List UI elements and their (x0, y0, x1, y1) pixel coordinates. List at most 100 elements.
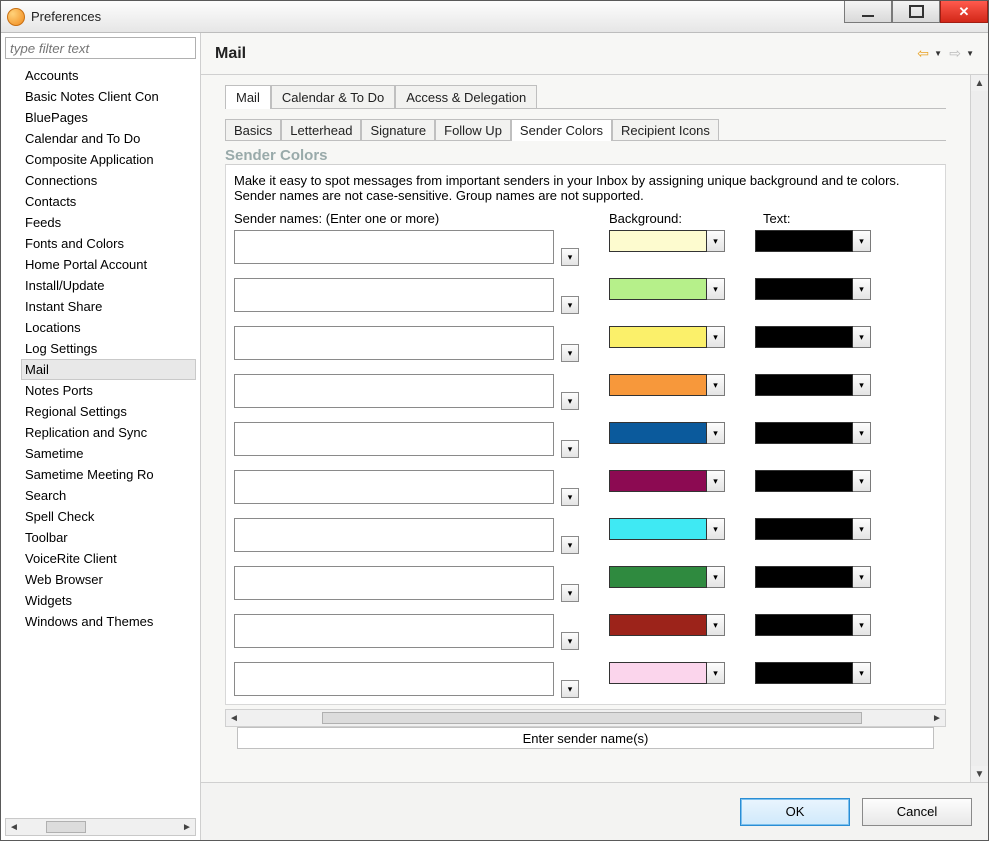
chevron-down-icon[interactable]: ▾ (707, 566, 725, 588)
chevron-down-icon[interactable]: ▾ (707, 278, 725, 300)
nav-forward-icon[interactable]: ⇨ (946, 45, 964, 63)
sender-dropdown-icon[interactable]: ▾ (561, 248, 579, 266)
sender-dropdown-icon[interactable]: ▾ (561, 296, 579, 314)
scroll-up-icon[interactable]: ▲ (971, 75, 988, 91)
sidebar-item-widgets[interactable]: Widgets (21, 590, 196, 611)
sidebar-item-feeds[interactable]: Feeds (21, 212, 196, 233)
chevron-down-icon[interactable]: ▾ (853, 518, 871, 540)
background-color-picker[interactable]: ▾ (609, 374, 725, 396)
background-color-picker[interactable]: ▾ (609, 230, 725, 252)
sidebar-item-instant-share[interactable]: Instant Share (21, 296, 196, 317)
chevron-down-icon[interactable]: ▾ (707, 614, 725, 636)
sidebar-item-accounts[interactable]: Accounts (21, 65, 196, 86)
scroll-left-icon[interactable]: ◄ (6, 822, 22, 833)
background-color-picker[interactable]: ▾ (609, 614, 725, 636)
sender-input[interactable] (234, 230, 554, 264)
text-color-picker[interactable]: ▾ (755, 518, 871, 540)
sidebar-hscrollbar[interactable]: ◄ ► (5, 818, 196, 836)
chevron-down-icon[interactable]: ▾ (853, 470, 871, 492)
filter-input[interactable] (5, 37, 196, 59)
sender-input[interactable] (234, 518, 554, 552)
subtab-recipient-icons[interactable]: Recipient Icons (612, 119, 719, 141)
text-color-picker[interactable]: ▾ (755, 230, 871, 252)
sender-input[interactable] (234, 374, 554, 408)
subtab-sender-colors[interactable]: Sender Colors (511, 119, 612, 141)
cancel-button[interactable]: Cancel (862, 798, 972, 826)
maximize-button[interactable] (892, 1, 940, 23)
sender-input[interactable] (234, 278, 554, 312)
chevron-down-icon[interactable]: ▾ (707, 230, 725, 252)
chevron-down-icon[interactable]: ▾ (853, 326, 871, 348)
sender-input[interactable] (234, 614, 554, 648)
text-color-picker[interactable]: ▾ (755, 566, 871, 588)
ok-button[interactable]: OK (740, 798, 850, 826)
background-color-picker[interactable]: ▾ (609, 662, 725, 684)
scroll-left-icon[interactable]: ◄ (226, 713, 242, 724)
scroll-thumb[interactable] (46, 821, 86, 833)
sender-dropdown-icon[interactable]: ▾ (561, 632, 579, 650)
content-vscrollbar[interactable]: ▲ ▼ (970, 75, 988, 782)
chevron-down-icon[interactable]: ▾ (707, 662, 725, 684)
sidebar-item-basic-notes-client-con[interactable]: Basic Notes Client Con (21, 86, 196, 107)
background-color-picker[interactable]: ▾ (609, 422, 725, 444)
text-color-picker[interactable]: ▾ (755, 374, 871, 396)
chevron-down-icon[interactable]: ▾ (707, 326, 725, 348)
chevron-down-icon[interactable]: ▾ (853, 662, 871, 684)
sender-dropdown-icon[interactable]: ▾ (561, 344, 579, 362)
sidebar-item-connections[interactable]: Connections (21, 170, 196, 191)
sender-dropdown-icon[interactable]: ▾ (561, 440, 579, 458)
sidebar-item-voicerite-client[interactable]: VoiceRite Client (21, 548, 196, 569)
sidebar-item-fonts-and-colors[interactable]: Fonts and Colors (21, 233, 196, 254)
scroll-track[interactable] (971, 91, 988, 766)
chevron-down-icon[interactable]: ▾ (707, 374, 725, 396)
scroll-right-icon[interactable]: ► (929, 713, 945, 724)
sidebar-item-replication-and-sync[interactable]: Replication and Sync (21, 422, 196, 443)
sidebar-item-composite-application[interactable]: Composite Application (21, 149, 196, 170)
chevron-down-icon[interactable]: ▾ (853, 614, 871, 636)
sidebar-item-search[interactable]: Search (21, 485, 196, 506)
background-color-picker[interactable]: ▾ (609, 518, 725, 540)
background-color-picker[interactable]: ▾ (609, 566, 725, 588)
subtab-follow-up[interactable]: Follow Up (435, 119, 511, 141)
text-color-picker[interactable]: ▾ (755, 614, 871, 636)
chevron-down-icon[interactable]: ▾ (853, 374, 871, 396)
background-color-picker[interactable]: ▾ (609, 470, 725, 492)
sidebar-item-windows-and-themes[interactable]: Windows and Themes (21, 611, 196, 632)
nav-forward-menu-icon[interactable]: ▼ (966, 49, 974, 58)
sidebar-item-spell-check[interactable]: Spell Check (21, 506, 196, 527)
content-hscrollbar[interactable]: ◄ ► (225, 709, 946, 727)
sidebar-item-bluepages[interactable]: BluePages (21, 107, 196, 128)
sidebar-item-contacts[interactable]: Contacts (21, 191, 196, 212)
nav-back-menu-icon[interactable]: ▼ (934, 49, 942, 58)
sidebar-item-web-browser[interactable]: Web Browser (21, 569, 196, 590)
chevron-down-icon[interactable]: ▾ (853, 278, 871, 300)
subtab-letterhead[interactable]: Letterhead (281, 119, 361, 141)
sidebar-item-calendar-and-to-do[interactable]: Calendar and To Do (21, 128, 196, 149)
sidebar-item-install-update[interactable]: Install/Update (21, 275, 196, 296)
sidebar-item-notes-ports[interactable]: Notes Ports (21, 380, 196, 401)
minimize-button[interactable] (844, 1, 892, 23)
sender-input[interactable] (234, 566, 554, 600)
text-color-picker[interactable]: ▾ (755, 422, 871, 444)
sidebar-item-sametime[interactable]: Sametime (21, 443, 196, 464)
close-button[interactable] (940, 1, 988, 23)
sidebar-item-regional-settings[interactable]: Regional Settings (21, 401, 196, 422)
scroll-track[interactable] (242, 710, 929, 726)
subtab-basics[interactable]: Basics (225, 119, 281, 141)
sender-input[interactable] (234, 470, 554, 504)
chevron-down-icon[interactable]: ▾ (853, 566, 871, 588)
subtab-signature[interactable]: Signature (361, 119, 435, 141)
sender-dropdown-icon[interactable]: ▾ (561, 392, 579, 410)
sidebar-item-home-portal-account[interactable]: Home Portal Account (21, 254, 196, 275)
chevron-down-icon[interactable]: ▾ (853, 230, 871, 252)
text-color-picker[interactable]: ▾ (755, 470, 871, 492)
chevron-down-icon[interactable]: ▾ (707, 518, 725, 540)
tab-calendar-to-do[interactable]: Calendar & To Do (271, 85, 395, 109)
tab-access-delegation[interactable]: Access & Delegation (395, 85, 537, 109)
background-color-picker[interactable]: ▾ (609, 326, 725, 348)
text-color-picker[interactable]: ▾ (755, 278, 871, 300)
sidebar-item-locations[interactable]: Locations (21, 317, 196, 338)
background-color-picker[interactable]: ▾ (609, 278, 725, 300)
nav-back-icon[interactable]: ⇦ (914, 45, 932, 63)
scroll-thumb[interactable] (322, 712, 862, 724)
